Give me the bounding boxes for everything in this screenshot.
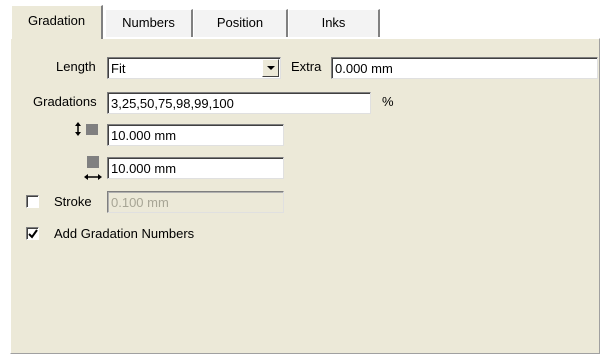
checkmark-icon <box>28 229 38 239</box>
gradations-field[interactable]: 3,25,50,75,98,99,100 <box>107 92 371 114</box>
tab-numbers[interactable]: Numbers <box>105 9 193 37</box>
length-label: Length <box>56 59 96 74</box>
length-value: Fit <box>111 61 126 76</box>
stroke-field: 0.100 mm <box>107 191 284 213</box>
tab-strip: Gradation Numbers Position Inks <box>0 0 605 39</box>
tab-gradation[interactable]: Gradation <box>11 5 103 39</box>
add-gradation-numbers-checkbox[interactable] <box>26 227 39 240</box>
vertical-size-icon <box>74 122 102 139</box>
stroke-label: Stroke <box>54 194 92 209</box>
length-dropdown[interactable]: Fit <box>107 57 281 79</box>
height-field[interactable]: 10.000 mm <box>107 124 284 146</box>
tab-position[interactable]: Position <box>193 9 288 37</box>
tab-inks[interactable]: Inks <box>288 9 380 37</box>
add-gradation-numbers-label: Add Gradation Numbers <box>54 226 195 241</box>
horizontal-size-icon <box>84 155 102 186</box>
percent-unit-label: % <box>382 94 394 109</box>
width-field[interactable]: 10.000 mm <box>107 157 284 179</box>
stroke-checkbox[interactable] <box>26 195 39 208</box>
extra-label: Extra <box>291 59 322 74</box>
chevron-down-icon[interactable] <box>262 59 279 77</box>
gradations-label: Gradations <box>33 94 97 109</box>
gradation-panel: Length Fit Extra 0.000 mm Gradations 3,2… <box>10 38 600 354</box>
extra-field[interactable]: 0.000 mm <box>331 57 598 79</box>
